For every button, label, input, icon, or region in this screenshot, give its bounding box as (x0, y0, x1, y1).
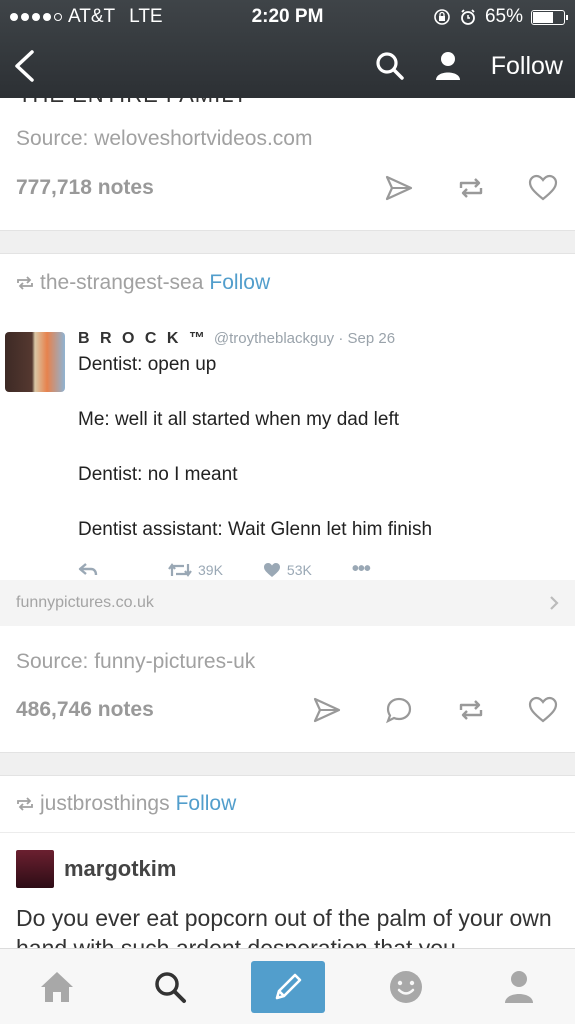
search-icon[interactable] (138, 959, 202, 1015)
retweet-icon (168, 562, 192, 577)
author-name[interactable]: margotkim (64, 856, 176, 882)
tweet-line: Dentist: no I meant (78, 464, 238, 485)
notes-count[interactable]: 777,718 notes (16, 176, 343, 200)
post-author-row: margotkim (0, 845, 575, 893)
tweet-handle: @troytheblackguy · Sep 26 (213, 330, 396, 347)
post-separator (0, 230, 575, 254)
status-bar: AT&T LTE 2:20 PM 65% (0, 0, 575, 34)
tweet-text: Dentist: open up Me: well it all started… (78, 354, 432, 574)
post-body-text: Do you ever eat popcorn out of the palm … (16, 905, 552, 948)
search-icon[interactable] (375, 51, 405, 81)
carrier: AT&T (68, 6, 116, 27)
signal-icon (10, 13, 62, 21)
author-avatar[interactable] (16, 850, 54, 888)
heart-icon (263, 562, 280, 577)
nav-row: Follow (0, 34, 575, 98)
compose-icon[interactable] (250, 960, 325, 1013)
home-icon[interactable] (25, 959, 89, 1015)
tweet-line: Dentist: open up (78, 354, 217, 375)
reply-icon (78, 562, 98, 578)
battery-percent: 65% (484, 6, 523, 27)
heart-icon[interactable] (527, 694, 559, 726)
tweet-line: Me: well it all started when my dad left (78, 409, 400, 430)
rotation-lock-icon (434, 9, 450, 25)
dashboard-feed[interactable]: THE ENTIRE FAMILY Source: weloveshortvid… (0, 98, 575, 948)
reblog-small-icon (17, 797, 33, 811)
alarm-icon (461, 9, 475, 25)
heart-icon[interactable] (527, 172, 559, 204)
person-icon[interactable] (435, 51, 461, 81)
smiley-icon[interactable] (374, 959, 438, 1015)
post-card: justbrosthings Follow margotkim Do you e… (0, 776, 575, 948)
retweet-count: 39K (198, 561, 223, 578)
reblog-small-icon (17, 276, 33, 290)
reblog-icon[interactable] (455, 694, 487, 726)
link-bar[interactable]: funnypictures.co.uk (0, 580, 575, 626)
share-icon[interactable] (383, 172, 415, 204)
tweet-image: B R O C K ™ @troytheblackguy · Sep 26 De… (0, 312, 575, 580)
person-icon[interactable] (487, 959, 551, 1015)
like-count: 53K (286, 561, 312, 578)
top-bar: AT&T LTE 2:20 PM 65% Follow (0, 0, 575, 98)
retweet-stat: 39K (168, 562, 223, 578)
follow-link[interactable]: Follow (176, 792, 237, 816)
reblog-icon[interactable] (455, 172, 487, 204)
chevron-left-icon[interactable] (12, 49, 36, 83)
reply-bubble-icon[interactable] (383, 694, 415, 726)
battery-icon (531, 9, 568, 25)
tweet-author: B R O C K ™ (78, 330, 208, 347)
post-source[interactable]: Source: weloveshortvideos.com (0, 127, 312, 151)
post-card: THE ENTIRE FAMILY Source: weloveshortvid… (0, 98, 575, 230)
tweet-line: Dentist assistant: Wait Glenn let him fi… (78, 519, 433, 540)
reblogger-name[interactable]: justbrosthings (40, 792, 170, 816)
follow-link[interactable]: Follow (209, 271, 270, 295)
more-icon: ••• (351, 558, 371, 580)
tweet-actions: 39K 53K ••• (78, 558, 410, 581)
post-card: the-strangest-sea Follow B R O C K ™ @tr… (0, 254, 575, 752)
notes-count[interactable]: 486,746 notes (16, 698, 271, 722)
tab-bar (0, 948, 575, 1024)
like-stat: 53K (263, 562, 312, 578)
share-icon[interactable] (311, 694, 343, 726)
link-domain: funnypictures.co.uk (16, 594, 154, 611)
post-separator (0, 752, 575, 776)
post-source[interactable]: Source: funny-pictures-uk (0, 650, 255, 674)
chevron-right-icon (550, 596, 559, 610)
reblogger-name[interactable]: the-strangest-sea (40, 271, 203, 295)
reblog-header: the-strangest-sea Follow (0, 254, 575, 312)
network: LTE (129, 6, 163, 27)
tweet-avatar (5, 332, 65, 392)
post-body-text: THE ENTIRE FAMILY (18, 98, 249, 108)
reblog-header: justbrosthings Follow (0, 776, 575, 832)
follow-button[interactable]: Follow (491, 52, 563, 81)
